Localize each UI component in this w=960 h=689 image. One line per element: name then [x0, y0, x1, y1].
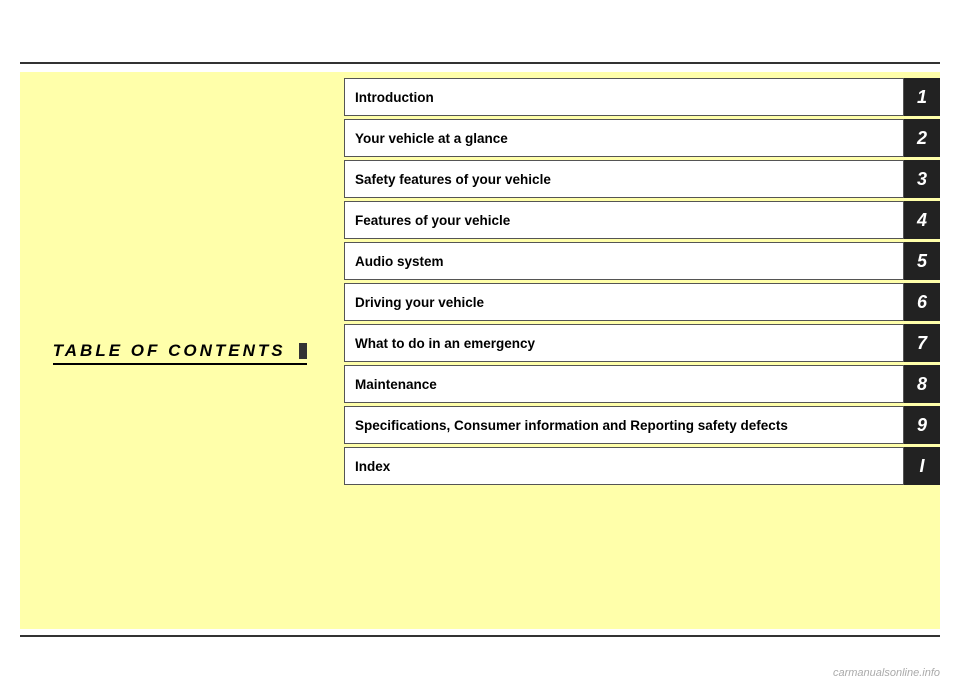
toc-row-number: 4 — [904, 201, 940, 239]
toc-row[interactable]: Safety features of your vehicle3 — [344, 160, 940, 198]
main-content: TABLE OF CONTENTS Introduction1Your vehi… — [20, 72, 940, 629]
toc-row-number: 7 — [904, 324, 940, 362]
toc-title: TABLE OF CONTENTS — [53, 341, 308, 361]
toc-marker — [299, 343, 307, 359]
toc-row-label: Safety features of your vehicle — [344, 160, 904, 198]
toc-row-number: 1 — [904, 78, 940, 116]
toc-row-number: 9 — [904, 406, 940, 444]
toc-row-label: Specifications, Consumer information and… — [344, 406, 904, 444]
toc-row[interactable]: Audio system5 — [344, 242, 940, 280]
toc-row[interactable]: Maintenance8 — [344, 365, 940, 403]
toc-row-number: 6 — [904, 283, 940, 321]
toc-row-label: Features of your vehicle — [344, 201, 904, 239]
toc-row-label: Maintenance — [344, 365, 904, 403]
toc-row-number: 5 — [904, 242, 940, 280]
toc-row[interactable]: What to do in an emergency7 — [344, 324, 940, 362]
watermark: carmanualsonline.info — [833, 667, 940, 679]
toc-row[interactable]: Specifications, Consumer information and… — [344, 406, 940, 444]
toc-row[interactable]: Introduction1 — [344, 78, 940, 116]
toc-row[interactable]: Features of your vehicle4 — [344, 201, 940, 239]
toc-title-text: TABLE OF CONTENTS — [53, 341, 286, 360]
toc-row-number: 3 — [904, 160, 940, 198]
toc-row-label: Audio system — [344, 242, 904, 280]
toc-row-label: Driving your vehicle — [344, 283, 904, 321]
toc-row[interactable]: Your vehicle at a glance2 — [344, 119, 940, 157]
toc-row-label: What to do in an emergency — [344, 324, 904, 362]
left-panel: TABLE OF CONTENTS — [20, 72, 340, 629]
top-rule — [20, 62, 940, 64]
toc-row[interactable]: Driving your vehicle6 — [344, 283, 940, 321]
toc-row-label: Introduction — [344, 78, 904, 116]
toc-row-number: I — [904, 447, 940, 485]
toc-row-label: Index — [344, 447, 904, 485]
toc-row-label: Your vehicle at a glance — [344, 119, 904, 157]
toc-list: Introduction1Your vehicle at a glance2Sa… — [340, 72, 940, 629]
bottom-rule — [20, 635, 940, 637]
toc-row-number: 8 — [904, 365, 940, 403]
toc-row-number: 2 — [904, 119, 940, 157]
toc-row[interactable]: IndexI — [344, 447, 940, 485]
